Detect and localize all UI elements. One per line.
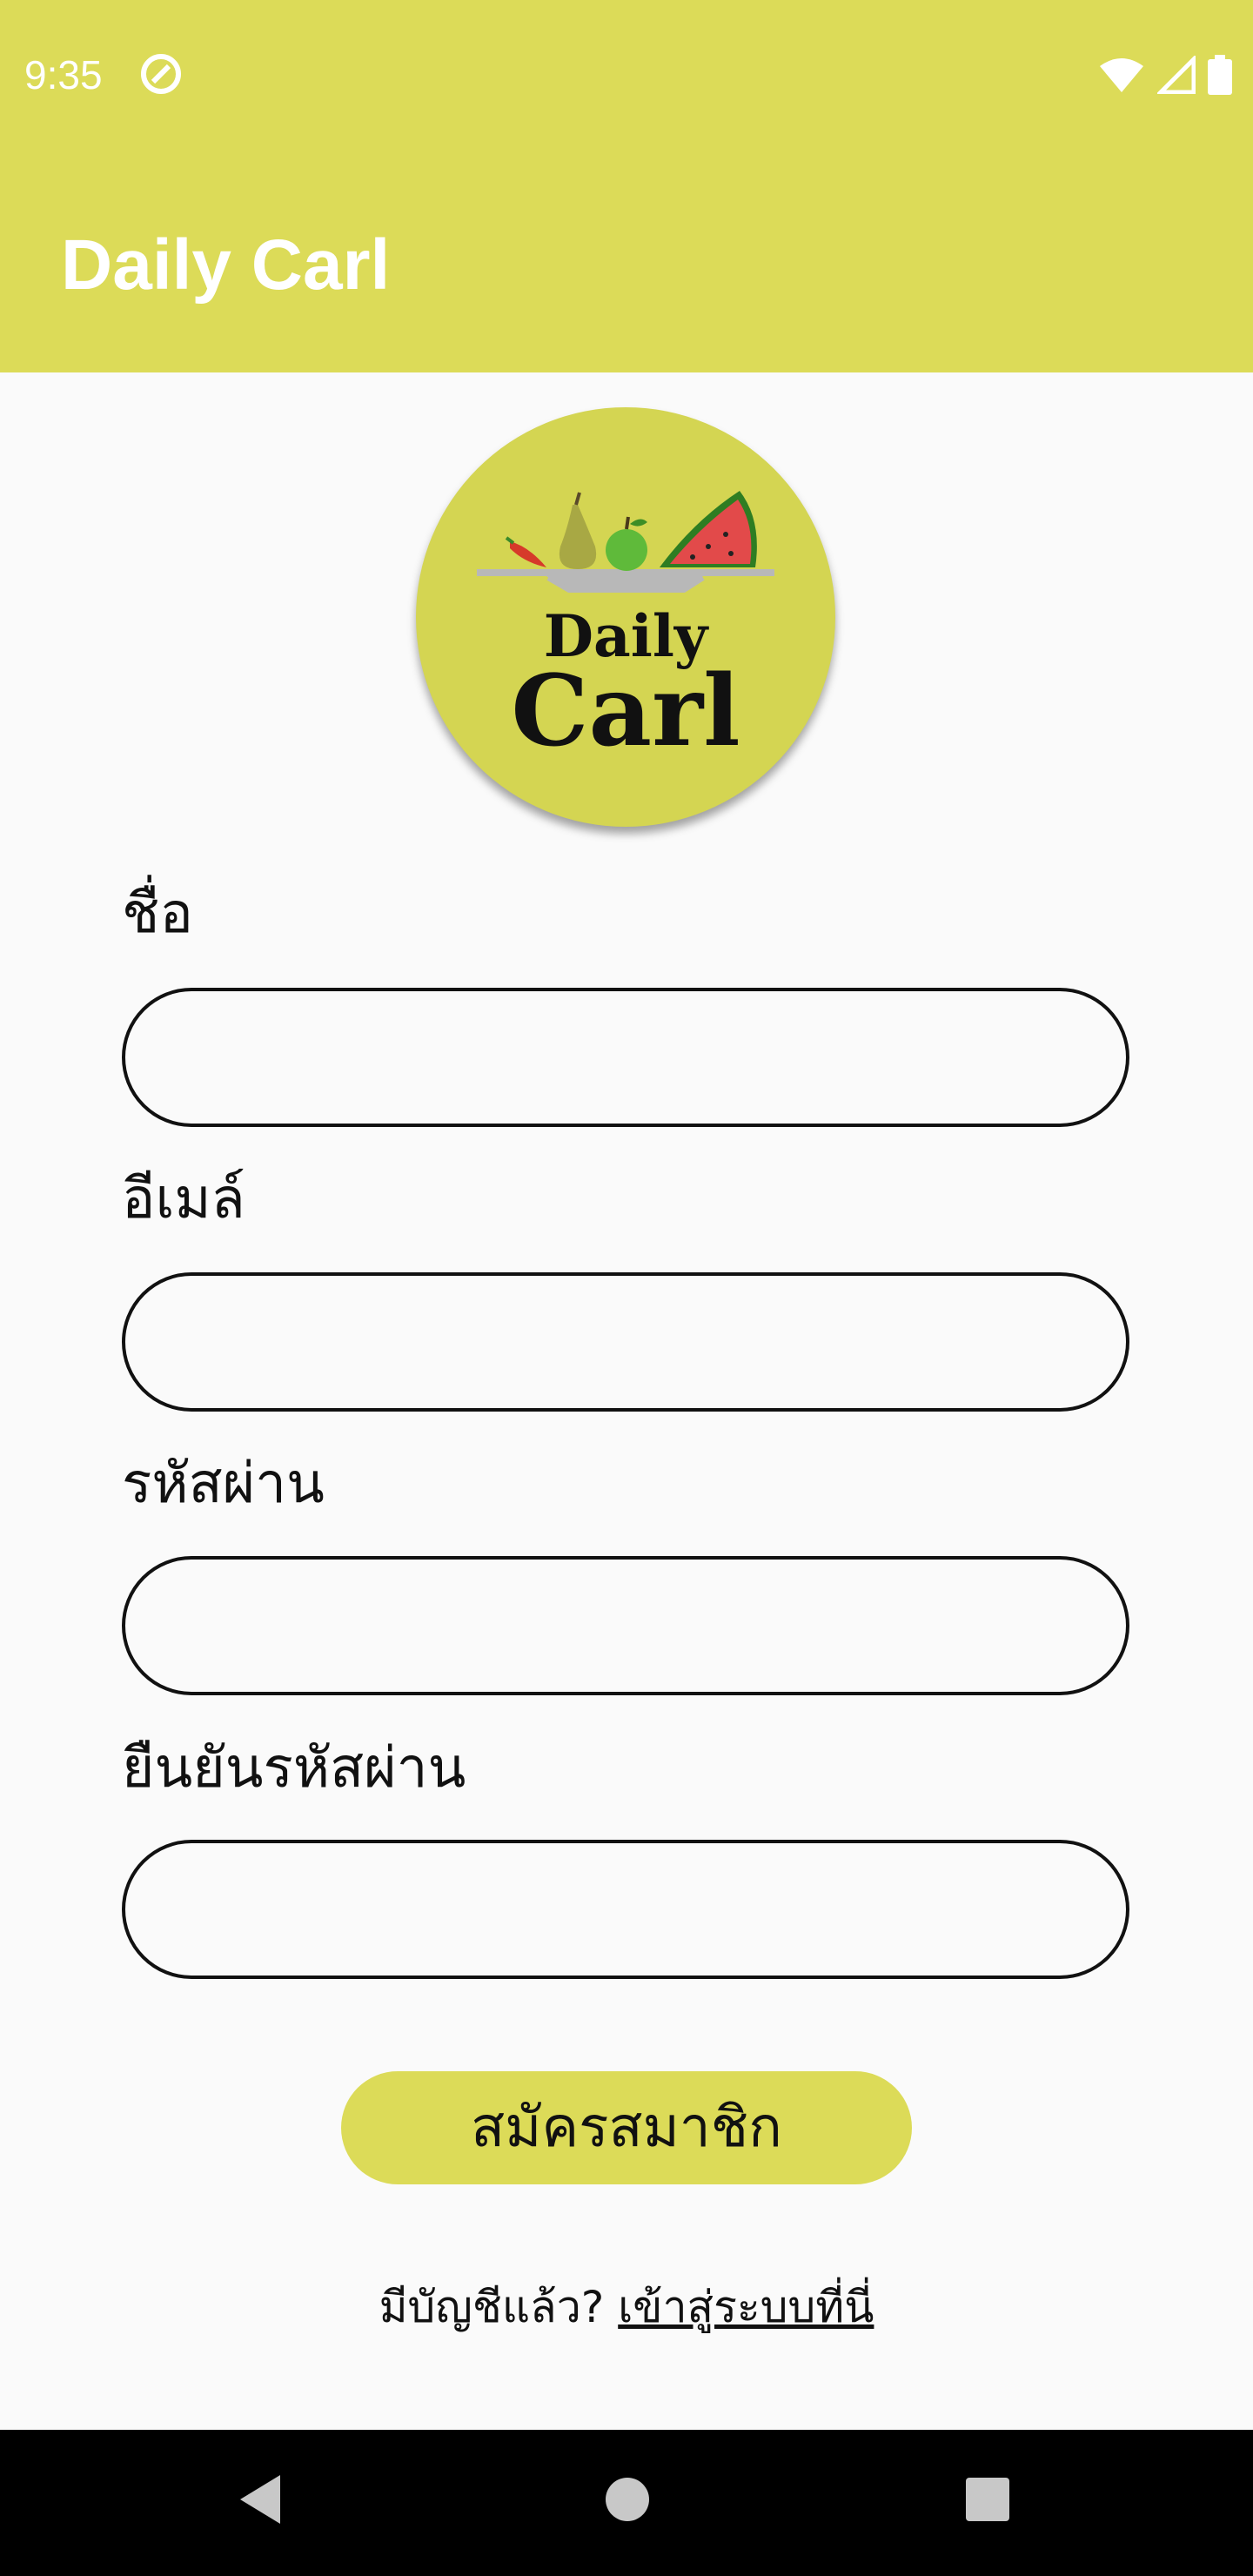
name-input[interactable] [122, 988, 1129, 1127]
recents-square-icon[interactable] [964, 2472, 1011, 2527]
email-input[interactable] [122, 1272, 1129, 1412]
app-title: Daily Carl [61, 225, 391, 305]
name-label: ชื่อ [122, 882, 193, 946]
status-time: 9:35 [24, 52, 103, 97]
battery-icon [1208, 55, 1232, 95]
logo-text-carl: Carl [511, 654, 740, 768]
app-logo: Daily Carl [416, 407, 835, 827]
confirm-password-input[interactable] [122, 1840, 1129, 1979]
confirm-password-label: ยืนยันรหัสผ่าน [122, 1736, 466, 1801]
login-prompt-text: มีบัญชีแล้ว? [379, 2282, 619, 2332]
app-bar: Daily Carl [0, 148, 1253, 372]
signup-button[interactable]: สมัครสมาชิก [341, 2071, 912, 2184]
circle-at-icon [141, 54, 181, 94]
wifi-icon [1100, 58, 1143, 92]
password-input[interactable] [122, 1556, 1129, 1695]
email-label: อีเมล์ [122, 1167, 245, 1231]
status-bar: 9:35 [0, 0, 1253, 148]
login-link[interactable]: เข้าสู่ระบบที่นี่ [618, 2282, 874, 2332]
back-triangle-icon[interactable] [237, 2472, 285, 2527]
signal-icon [1157, 56, 1196, 94]
password-label: รหัสผ่าน [122, 1452, 325, 1516]
status-icons [1098, 54, 1232, 96]
home-circle-icon[interactable] [604, 2472, 651, 2527]
navigation-bar [0, 2430, 1253, 2576]
login-prompt: มีบัญชีแล้ว? เข้าสู่ระบบที่นี่ [0, 2277, 1253, 2338]
